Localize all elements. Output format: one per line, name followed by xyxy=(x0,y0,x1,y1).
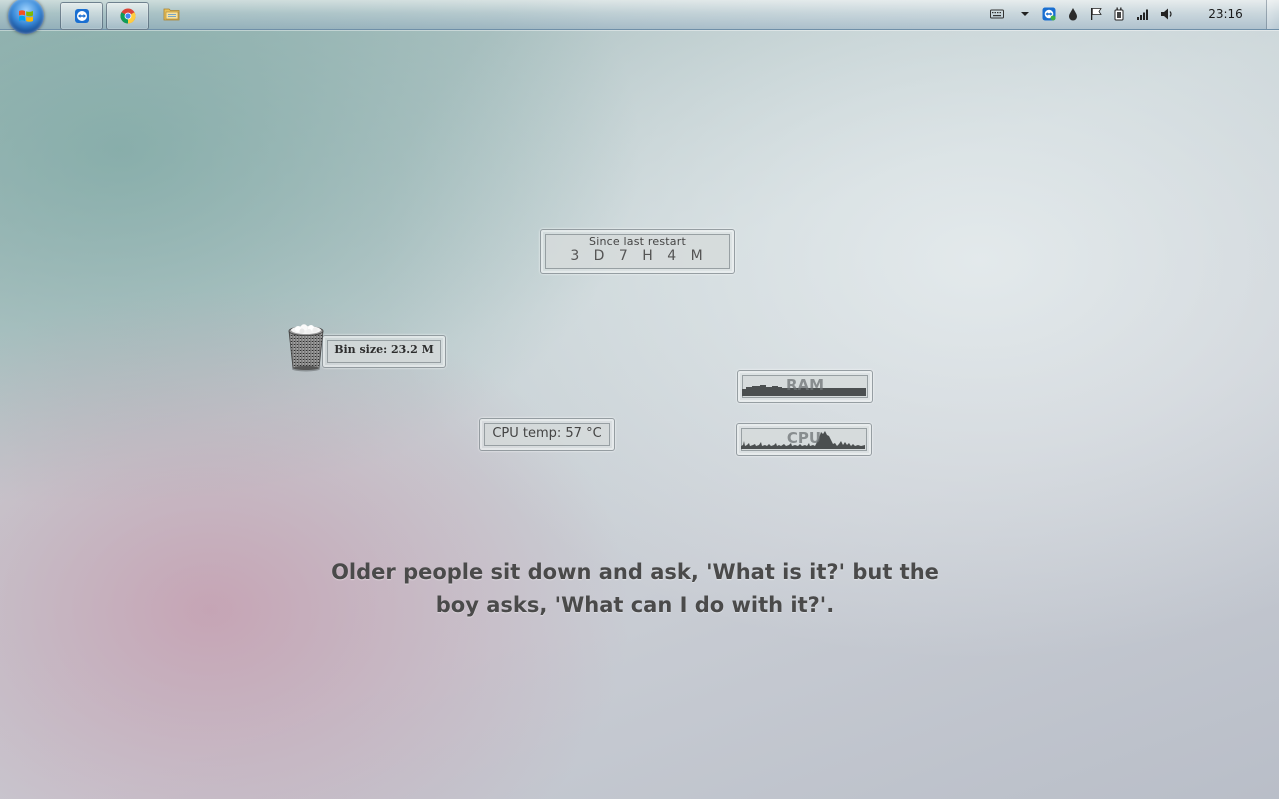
quote-text: Older people sit down and ask, 'What is … xyxy=(330,556,940,622)
drop-icon[interactable] xyxy=(1066,7,1080,21)
chrome-icon xyxy=(120,8,136,24)
teamviewer-icon[interactable] xyxy=(1042,7,1056,21)
show-desktop-button[interactable] xyxy=(1266,0,1279,29)
uptime-value: 3 D 7 H 4 M xyxy=(570,248,705,264)
power-icon[interactable] xyxy=(1112,7,1126,21)
quote-line-1: Older people sit down and ask, 'What is … xyxy=(331,560,939,584)
volume-icon[interactable] xyxy=(1160,7,1174,21)
cpu-graph-widget[interactable]: CPU xyxy=(736,423,872,456)
recycle-bin-icon[interactable] xyxy=(284,322,328,372)
ram-graph-label: RAM xyxy=(785,376,825,394)
taskbar-button-chrome[interactable] xyxy=(106,2,149,30)
uptime-widget[interactable]: Since last restart 3 D 7 H 4 M xyxy=(540,229,735,274)
bin-size-label: Bin size: 23.2 M xyxy=(334,343,434,356)
recycle-bin-widget[interactable]: Bin size: 23.2 M xyxy=(322,335,446,368)
signal-icon[interactable] xyxy=(1136,7,1150,21)
start-button[interactable] xyxy=(8,0,44,34)
folder-icon[interactable] xyxy=(163,6,181,22)
windows-start-icon xyxy=(19,10,33,22)
cpu-temp-widget[interactable]: CPU temp: 57 °C xyxy=(479,418,615,451)
cpu-temp-label: CPU temp: 57 °C xyxy=(492,426,602,441)
keyboard-icon[interactable] xyxy=(990,7,1004,21)
chevron-down-icon[interactable] xyxy=(1018,7,1032,21)
teamviewer-icon xyxy=(75,9,89,23)
taskbar-button-teamviewer[interactable] xyxy=(60,2,103,30)
quote-line-2: boy asks, 'What can I do with it?'. xyxy=(435,593,835,617)
flag-icon[interactable] xyxy=(1089,7,1103,21)
desktop: 23:16 Since last restart 3 D 7 H 4 M Bin… xyxy=(0,0,1279,799)
taskbar-clock[interactable]: 23:16 xyxy=(1198,7,1253,21)
cpu-graph-label: CPU xyxy=(786,429,822,447)
uptime-label: Since last restart xyxy=(589,235,686,248)
taskbar: 23:16 xyxy=(0,0,1279,34)
ram-graph-widget[interactable]: RAM xyxy=(737,370,873,403)
